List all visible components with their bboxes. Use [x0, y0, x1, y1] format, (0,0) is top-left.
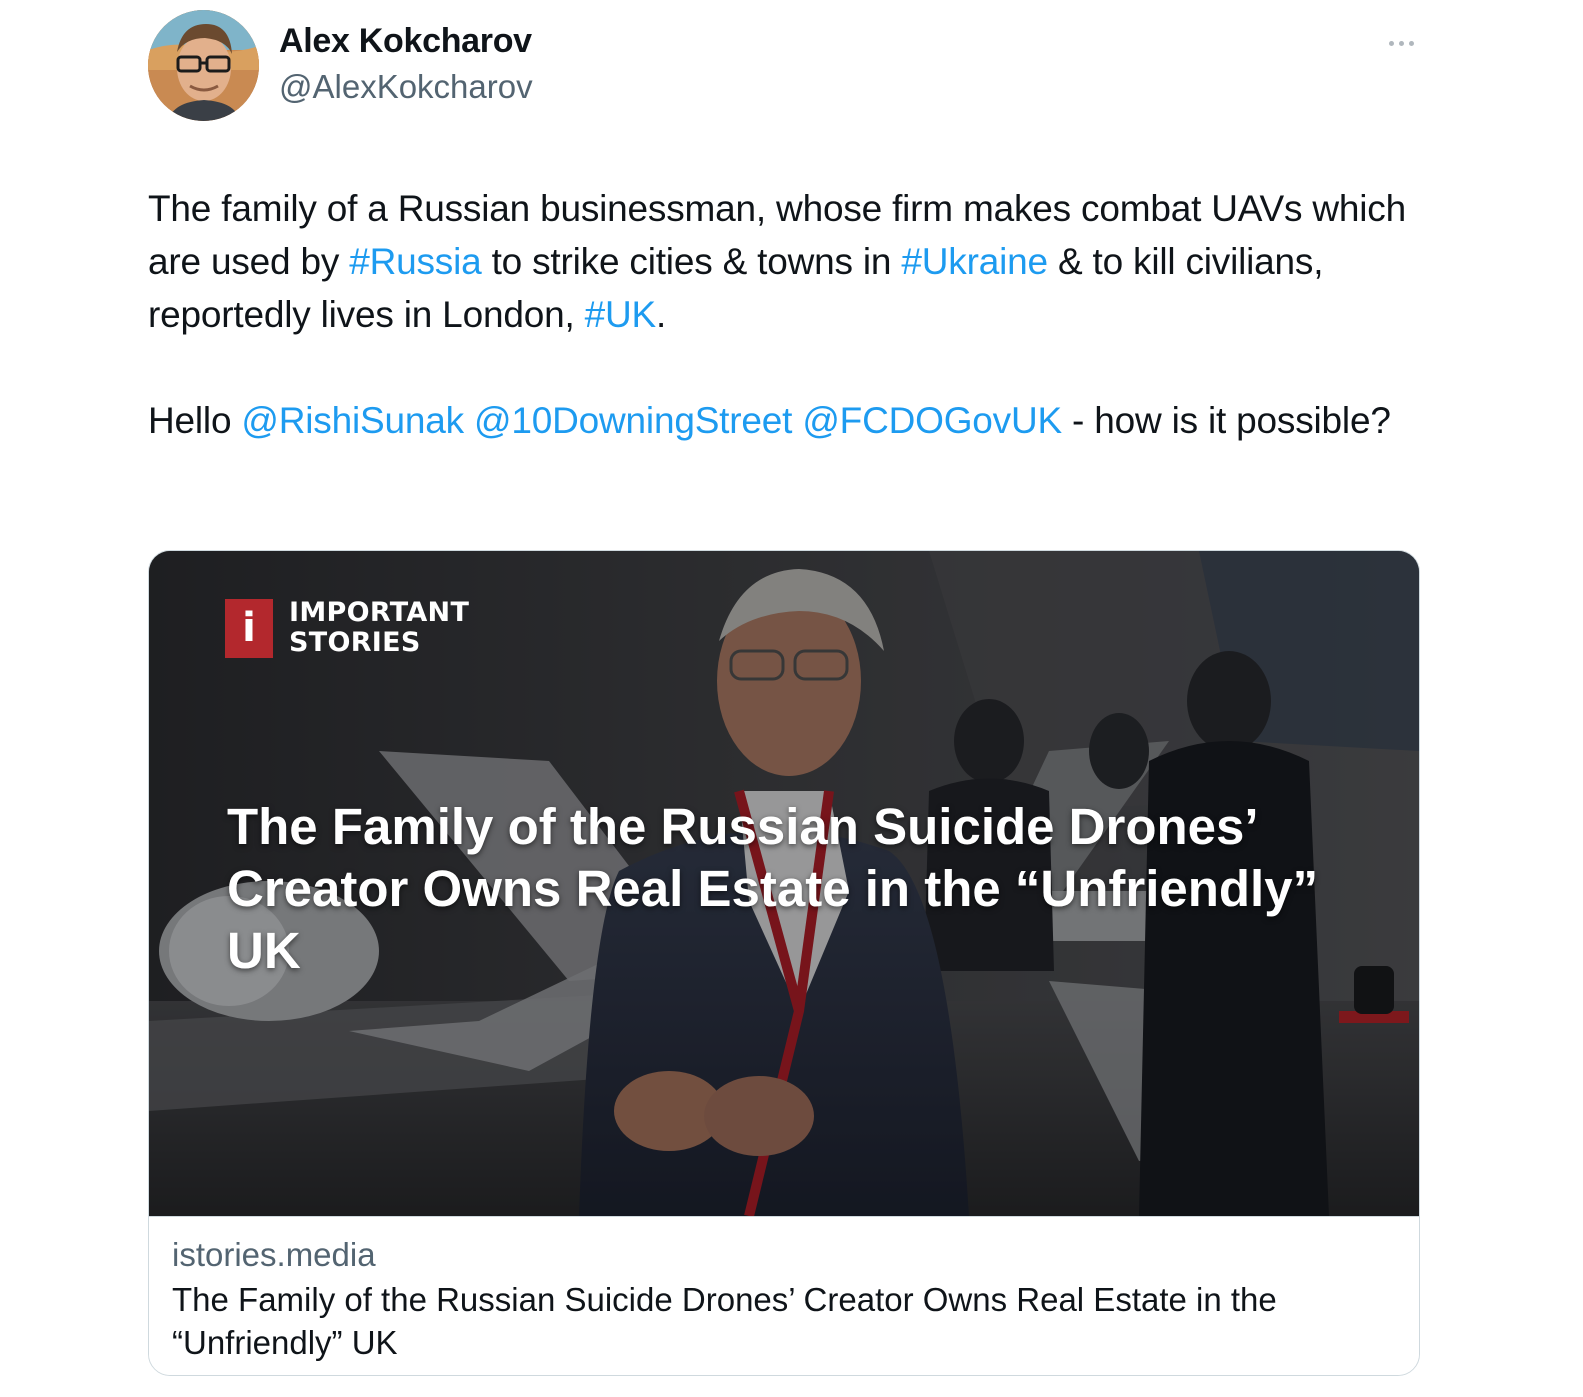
hashtag-ukraine[interactable]: #Ukraine — [901, 241, 1048, 282]
hashtag-uk[interactable]: #UK — [585, 294, 657, 335]
avatar[interactable] — [148, 10, 259, 121]
more-options-icon[interactable] — [1378, 26, 1424, 60]
link-preview-card[interactable]: i IMPORTANT STORIES The Family of the Ru… — [148, 550, 1420, 1376]
card-domain: istories.media — [172, 1236, 376, 1273]
mention-rishisunak[interactable]: @RishiSunak — [241, 400, 464, 441]
more-dot — [1398, 40, 1404, 46]
tweet: Alex Kokcharov @AlexKokcharov The family… — [0, 0, 1583, 1397]
more-dot — [1408, 40, 1414, 46]
tweet-text: The family of a Russian businessman, who… — [148, 182, 1428, 447]
tweet-text-segment: to strike cities & towns in — [481, 241, 902, 282]
tweet-text-space — [792, 400, 802, 441]
tweet-text-segment: . — [656, 294, 667, 335]
logo-line-1: IMPORTANT — [289, 597, 470, 628]
author-display-name[interactable]: Alex Kokcharov — [279, 22, 532, 61]
more-dot — [1388, 40, 1394, 46]
author-handle[interactable]: @AlexKokcharov — [279, 68, 533, 106]
card-image-headline: The Family of the Russian Suicide Drones… — [227, 798, 1319, 979]
avatar-image — [148, 10, 259, 121]
logo-letter-box: i — [225, 598, 273, 658]
mention-fcdogovuk[interactable]: @FCDOGovUK — [802, 400, 1062, 441]
mention-10downingstreet[interactable]: @10DowningStreet — [474, 400, 792, 441]
tweet-text-segment: - how is it possible? — [1061, 400, 1391, 441]
logo-line-2: STORIES — [289, 627, 421, 658]
important-stories-logo: i IMPORTANT STORIES — [225, 598, 469, 658]
card-title: The Family of the Russian Suicide Drones… — [172, 1281, 1277, 1361]
tweet-text-space — [464, 400, 474, 441]
tweet-text-segment: Hello — [148, 400, 242, 441]
card-meta: istories.media The Family of the Russian… — [149, 1216, 1419, 1375]
card-image: i IMPORTANT STORIES The Family of the Ru… — [149, 551, 1419, 1216]
hashtag-russia[interactable]: #Russia — [349, 241, 481, 282]
tweet-paragraph-2: Hello @RishiSunak @10DowningStreet @FCDO… — [148, 394, 1428, 447]
tweet-paragraph-1: The family of a Russian businessman, who… — [148, 182, 1428, 341]
logo-wordmark: IMPORTANT STORIES — [289, 598, 469, 658]
